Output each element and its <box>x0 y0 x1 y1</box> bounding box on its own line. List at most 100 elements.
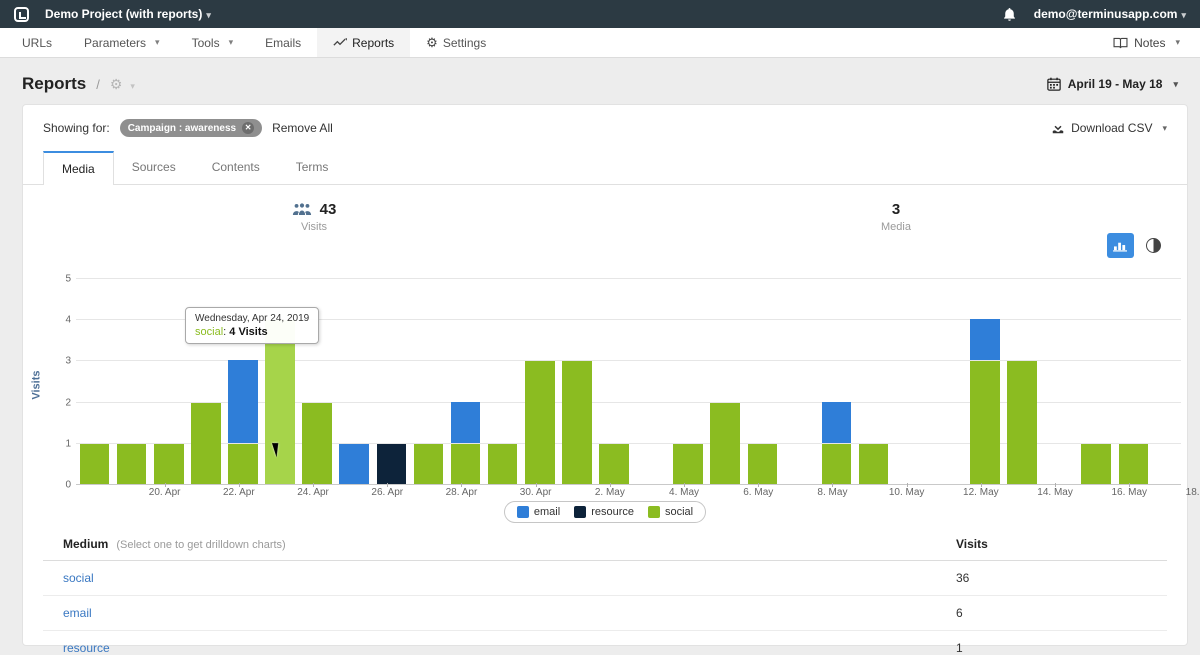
visits-total-label: Visits <box>23 221 605 233</box>
gridline-y0 <box>76 484 1181 485</box>
nav-item-settings[interactable]: ⚙Settings <box>410 28 502 57</box>
tab-sources[interactable]: Sources <box>114 151 194 184</box>
nav-item-urls[interactable]: URLs <box>6 28 68 57</box>
nav-item-label: URLs <box>22 36 52 50</box>
notes-menu[interactable]: Notes▾ <box>1113 36 1180 50</box>
medium-column-hint: (Select one to get drilldown charts) <box>116 539 285 551</box>
x-tick-mark <box>239 483 240 487</box>
tab-terms[interactable]: Terms <box>278 151 347 184</box>
chart-legend: email resource social <box>23 501 1187 523</box>
x-tick-label: 26. Apr <box>371 487 403 498</box>
calendar-icon <box>1047 77 1061 91</box>
table-row-email: email6 <box>43 596 1167 631</box>
x-tick-mark <box>907 483 908 487</box>
bar-social-may-1[interactable] <box>525 361 555 484</box>
legend-item-email[interactable]: email <box>517 506 560 518</box>
chart-plot-area: Wednesday, Apr 24, 2019 social: 4 Visits… <box>76 279 1181 485</box>
project-selector[interactable]: Demo Project (with reports)▾ <box>45 7 211 21</box>
bar-social-apr-19[interactable] <box>80 444 110 484</box>
remove-filter-icon[interactable]: ✕ <box>242 122 254 134</box>
bar-social-may-17[interactable] <box>1119 444 1149 484</box>
bar-social-apr-20[interactable] <box>117 444 147 484</box>
bar-social-apr-30[interactable] <box>488 444 518 484</box>
gridline-y5 <box>76 278 1181 279</box>
filter-chip-campaign-awareness[interactable]: Campaign : awareness ✕ <box>120 119 262 137</box>
bar-social-may-2[interactable] <box>562 361 592 484</box>
chevron-down-icon: ▾ <box>1181 10 1186 20</box>
bar-social-apr-23[interactable] <box>228 444 258 484</box>
nav-item-parameters[interactable]: Parameters▾ <box>68 28 176 57</box>
legend-item-social[interactable]: social <box>648 506 693 518</box>
account-menu[interactable]: demo@terminusapp.com▾ <box>1034 7 1186 21</box>
bar-social-may-10[interactable] <box>859 444 889 484</box>
stat-media: 3 Media <box>605 201 1187 233</box>
pie-chart-toggle-button[interactable] <box>1146 238 1161 253</box>
x-tick-mark <box>165 483 166 487</box>
main-nav: URLs Parameters▾Tools▾EmailsReports⚙Setti… <box>0 28 1200 58</box>
chevron-down-icon: ▾ <box>206 10 211 20</box>
medium-link-resource[interactable]: resource <box>63 641 110 655</box>
tab-media[interactable]: Media <box>43 151 114 185</box>
bar-social-may-5[interactable] <box>673 444 703 484</box>
x-tick-label: 6. May <box>743 487 773 498</box>
bar-email-apr-29[interactable] <box>451 402 481 443</box>
report-settings-gear-icon[interactable]: ⚙ ▾ <box>110 76 135 93</box>
bar-social-may-7[interactable] <box>748 444 778 484</box>
bar-social-may-3[interactable] <box>599 444 629 484</box>
x-tick-label: 30. Apr <box>520 487 552 498</box>
medium-link-email[interactable]: email <box>63 606 92 620</box>
download-icon <box>1051 121 1065 135</box>
bar-social-apr-22[interactable] <box>191 403 221 484</box>
bar-social-may-6[interactable] <box>710 403 740 484</box>
legend-swatch-resource <box>574 506 586 518</box>
visits-column-header: Visits <box>956 537 988 551</box>
people-group-icon <box>292 203 312 216</box>
remove-all-button[interactable]: Remove All <box>272 121 333 135</box>
bar-email-may-9[interactable] <box>822 402 852 443</box>
bar-social-may-14[interactable] <box>1007 361 1037 484</box>
bar-social-apr-25[interactable] <box>302 403 332 484</box>
app-logo-icon[interactable] <box>14 7 29 22</box>
y-tick-label: 4 <box>45 315 71 326</box>
legend-item-resource[interactable]: resource <box>574 506 634 518</box>
chart-tooltip: Wednesday, Apr 24, 2019 social: 4 Visits <box>185 307 319 344</box>
bar-email-may-13[interactable] <box>970 319 1000 360</box>
bar-social-apr-28[interactable] <box>414 444 444 484</box>
bar-email-apr-23[interactable] <box>228 360 258 442</box>
tab-contents[interactable]: Contents <box>194 151 278 184</box>
x-tick-label: 22. Apr <box>223 487 255 498</box>
y-tick-label: 5 <box>45 274 71 285</box>
x-tick-mark <box>832 483 833 487</box>
x-tick-label: 16. May <box>1111 487 1147 498</box>
bar-social-may-16[interactable] <box>1081 444 1111 484</box>
bar-social-may-13[interactable] <box>970 361 1000 484</box>
bar-social-may-9[interactable] <box>822 444 852 484</box>
bar-social-apr-21[interactable] <box>154 444 184 484</box>
notifications-bell-icon[interactable] <box>1003 7 1016 21</box>
bar-resource-apr-27[interactable] <box>377 444 407 484</box>
medium-link-social[interactable]: social <box>63 571 94 585</box>
tooltip-value: 4 Visits <box>229 326 267 338</box>
bar-social-apr-29[interactable] <box>451 444 481 484</box>
book-icon <box>1113 37 1128 49</box>
line-chart-icon <box>333 38 347 48</box>
bar-email-apr-26[interactable] <box>339 444 369 484</box>
filter-chip-label: Campaign : awareness <box>128 123 236 134</box>
notes-label: Notes <box>1134 36 1165 50</box>
bar-social-apr-24[interactable] <box>265 320 295 484</box>
table-row-social: social36 <box>43 561 1167 596</box>
x-tick-mark <box>1055 483 1056 487</box>
visits-bar-chart: Visits Wednesday, Apr 24, 2019 social: 4… <box>43 279 1181 485</box>
date-range-label: April 19 - May 18 <box>1068 77 1163 91</box>
download-csv-button[interactable]: Download CSV▾ <box>1051 121 1167 135</box>
date-range-picker[interactable]: April 19 - May 18▾ <box>1047 77 1178 91</box>
x-tick-mark <box>461 483 462 487</box>
bar-chart-toggle-button[interactable] <box>1107 233 1134 258</box>
stat-visits: 43 Visits <box>23 201 605 233</box>
nav-item-tools[interactable]: Tools▾ <box>176 28 250 57</box>
nav-item-reports[interactable]: Reports <box>317 28 410 57</box>
x-tick-label: 24. Apr <box>297 487 329 498</box>
nav-item-emails[interactable]: Emails <box>249 28 317 57</box>
report-tabs: MediaSourcesContentsTerms <box>23 151 1187 185</box>
x-tick-label: 20. Apr <box>149 487 181 498</box>
